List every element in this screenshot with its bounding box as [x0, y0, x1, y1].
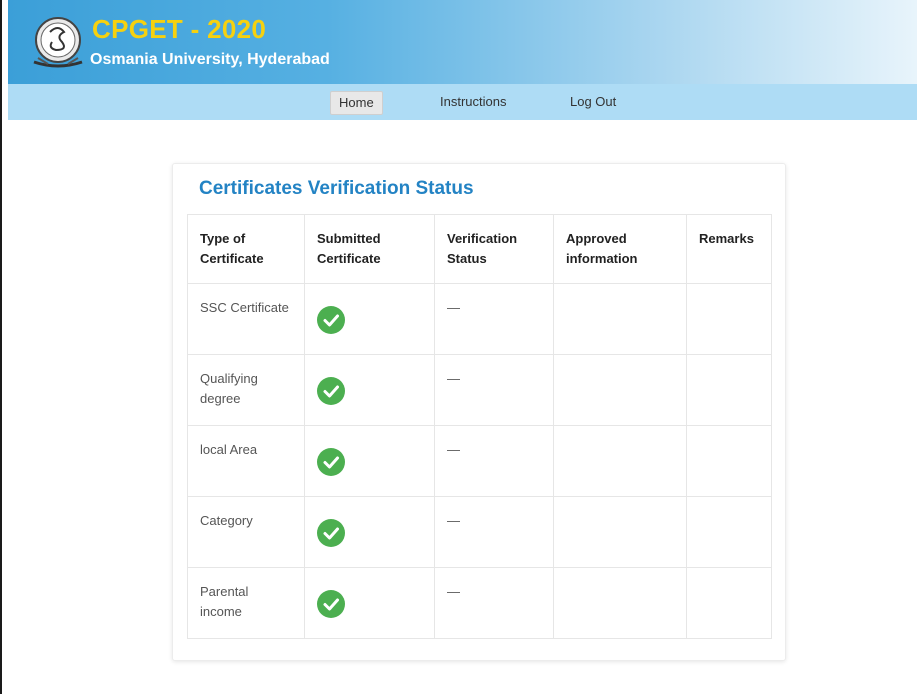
table-row: Category —	[187, 496, 772, 568]
cell-type: SSC Certificate	[187, 283, 305, 355]
site-subtitle: Osmania University, Hyderabad	[90, 51, 330, 68]
cell-type: Category	[187, 496, 305, 568]
university-logo-icon	[33, 17, 83, 68]
cell-verification: —	[434, 283, 554, 355]
cell-type: Parental income	[187, 567, 305, 639]
verification-table: Type of Certificate Submitted Certificat…	[187, 214, 772, 639]
cell-type: local Area	[187, 425, 305, 497]
check-icon	[317, 448, 345, 476]
cell-verification: —	[434, 354, 554, 426]
header-approved: Approved information	[553, 214, 687, 284]
cell-approved	[553, 567, 687, 639]
table-header-row: Type of Certificate Submitted Certificat…	[187, 214, 772, 284]
cell-verification: —	[434, 425, 554, 497]
cell-remarks	[686, 283, 772, 355]
nav-logout-link[interactable]: Log Out	[562, 91, 624, 113]
nav-home-link[interactable]: Home	[330, 91, 383, 115]
cell-remarks	[686, 425, 772, 497]
check-icon	[317, 377, 345, 405]
table-row: SSC Certificate —	[187, 283, 772, 355]
cell-approved	[553, 354, 687, 426]
cell-remarks	[686, 496, 772, 568]
cell-remarks	[686, 354, 772, 426]
cell-submitted	[304, 496, 435, 568]
cell-submitted	[304, 567, 435, 639]
check-icon	[317, 590, 345, 618]
header-verification: Verification Status	[434, 214, 554, 284]
header-remarks: Remarks	[686, 214, 772, 284]
cell-submitted	[304, 283, 435, 355]
table-row: local Area —	[187, 425, 772, 497]
cell-approved	[553, 425, 687, 497]
table-row: Parental income —	[187, 567, 772, 639]
cell-approved	[553, 283, 687, 355]
verification-card: Certificates Verification Status Type of…	[172, 163, 786, 661]
site-title: CPGET - 2020	[92, 14, 267, 44]
cell-verification: —	[434, 567, 554, 639]
check-icon	[317, 519, 345, 547]
cell-verification: —	[434, 496, 554, 568]
cell-remarks	[686, 567, 772, 639]
header-type: Type of Certificate	[187, 214, 305, 284]
nav-instructions-link[interactable]: Instructions	[432, 91, 514, 113]
site-header: CPGET - 2020 Osmania University, Hyderab…	[8, 0, 917, 84]
cell-submitted	[304, 425, 435, 497]
cell-type: Qualifying degree	[187, 354, 305, 426]
navbar: Home Instructions Log Out	[8, 84, 917, 120]
card-title: Certificates Verification Status	[199, 178, 474, 199]
check-icon	[317, 306, 345, 334]
table-row: Qualifying degree —	[187, 354, 772, 426]
window-left-edge	[0, 0, 8, 694]
cell-approved	[553, 496, 687, 568]
cell-submitted	[304, 354, 435, 426]
header-submitted: Submitted Certificate	[304, 214, 435, 284]
